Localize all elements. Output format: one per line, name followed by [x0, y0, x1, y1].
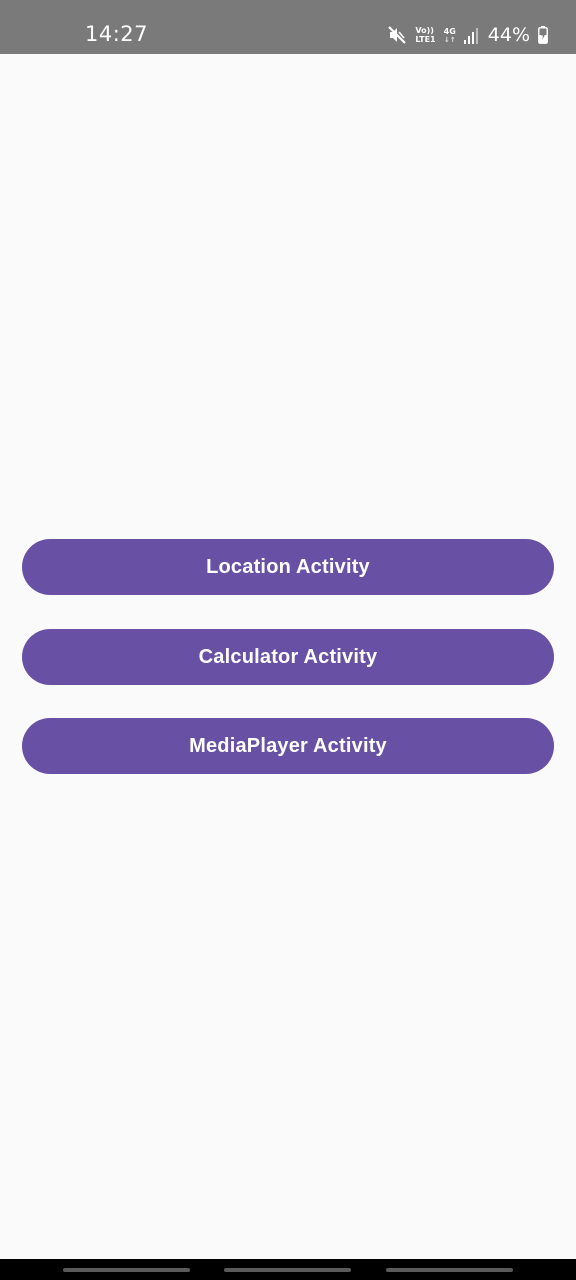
- network-4g-icon: 4G ↓↑: [444, 27, 456, 44]
- battery-charging-icon: [538, 26, 548, 44]
- nav-recents-button[interactable]: [386, 1268, 513, 1272]
- mute-icon: [387, 25, 407, 45]
- status-bar: 14:27 Vo)) LTE1 4G ↓↑ 44%: [0, 0, 576, 54]
- calculator-activity-button[interactable]: Calculator Activity: [22, 629, 554, 685]
- status-time: 14:27: [85, 22, 149, 46]
- main-content: Location Activity Calculator Activity Me…: [0, 54, 576, 1259]
- signal-icon: [463, 26, 480, 44]
- volte-top-label: Vo)): [415, 26, 434, 35]
- mediaplayer-activity-button[interactable]: MediaPlayer Activity: [22, 718, 554, 774]
- network-type-label: 4G: [443, 26, 456, 36]
- navigation-bar: [0, 1259, 576, 1280]
- volte-bottom-label: LTE1: [415, 35, 436, 44]
- location-activity-button[interactable]: Location Activity: [22, 539, 554, 595]
- battery-percent: 44%: [487, 24, 530, 46]
- status-icons: Vo)) LTE1 4G ↓↑ 44%: [387, 24, 548, 46]
- network-arrows: ↓↑: [443, 35, 456, 44]
- volte-icon: Vo)) LTE1: [415, 26, 435, 44]
- nav-back-button[interactable]: [63, 1268, 190, 1272]
- nav-home-button[interactable]: [224, 1268, 351, 1272]
